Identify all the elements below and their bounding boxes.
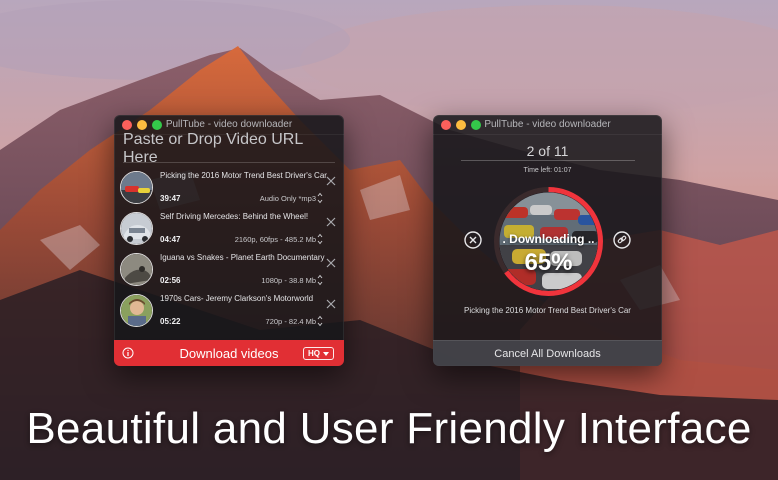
window-title: PullTube - video downloader [484,119,611,130]
info-icon[interactable] [122,347,134,359]
video-list: Picking the 2016 Motor Trend Best Driver… [114,163,344,337]
title-bar: PullTube - video downloader [114,115,344,135]
window-controls [441,120,481,130]
download-bar: Download videos HQ [114,340,344,366]
close-icon[interactable] [326,299,336,309]
video-thumbnail [120,253,153,286]
list-item[interactable]: Self Driving Mercedes: Behind the Wheel!… [114,209,344,250]
downloader-window: PullTube - video downloader Paste or Dro… [114,115,344,366]
download-videos-button[interactable]: Download videos [179,346,278,361]
video-duration: 04:47 [160,235,181,244]
url-drop-field[interactable]: Paste or Drop Video URL Here [123,131,335,166]
format-selector[interactable]: 1080p - 38.8 Mb [261,276,316,285]
up-down-icon[interactable] [317,192,323,204]
divider [461,160,635,161]
window-controls [122,120,162,130]
list-item[interactable]: Iguana vs Snakes - Planet Earth Document… [114,250,344,291]
up-down-icon[interactable] [317,233,323,245]
close-window-button[interactable] [122,120,132,130]
list-item[interactable]: Picking the 2016 Motor Trend Best Driver… [114,168,344,209]
video-title: 1970s Cars- Jeremy Clarkson's Motorworld [160,294,314,303]
video-duration: 02:56 [160,276,181,285]
current-video-title: Picking the 2016 Motor Trend Best Driver… [464,306,631,315]
link-icon[interactable] [613,231,631,249]
minimize-window-button[interactable] [456,120,466,130]
video-duration: 39:47 [160,194,181,203]
zoom-window-button[interactable] [471,120,481,130]
up-down-icon[interactable] [317,315,323,327]
download-counter: 2 of 11 [526,143,569,159]
video-thumbnail [120,294,153,327]
download-status: . Downloading .. [502,232,595,246]
video-duration: 05:22 [160,317,181,326]
progress-window: PullTube - video downloader 2 of 11 Time… [433,115,662,366]
close-icon[interactable] [326,176,336,186]
list-item[interactable]: 1970s Cars- Jeremy Clarkson's Motorworld… [114,291,344,332]
tagline: Beautiful and User Friendly Interface [26,404,752,453]
quality-label: HQ [308,349,320,358]
format-selector[interactable]: 720p - 82.4 Mb [266,317,316,326]
video-title: Picking the 2016 Motor Trend Best Driver… [160,171,327,180]
video-thumbnail [120,171,153,204]
zoom-window-button[interactable] [152,120,162,130]
close-window-button[interactable] [441,120,451,130]
video-title: Iguana vs Snakes - Planet Earth Document… [160,253,325,262]
close-icon[interactable] [326,217,336,227]
close-icon[interactable] [326,258,336,268]
minimize-window-button[interactable] [137,120,147,130]
chevron-down-icon [323,351,329,356]
video-thumbnail [120,212,153,245]
cancel-all-button[interactable]: Cancel All Downloads [433,340,662,366]
cancel-circle-icon[interactable] [464,231,482,249]
window-title: PullTube - video downloader [165,119,293,130]
video-title: Self Driving Mercedes: Behind the Wheel! [160,212,309,221]
format-selector[interactable]: Audio Only *mp3 [260,194,316,203]
quality-selector[interactable]: HQ [303,347,334,360]
up-down-icon[interactable] [317,274,323,286]
format-selector[interactable]: 2160p, 60fps - 485.2 Mb [235,235,316,244]
title-bar: PullTube - video downloader [433,115,662,135]
progress-percent: 65% [524,249,573,276]
time-left: Time left: 01:07 [523,167,572,174]
